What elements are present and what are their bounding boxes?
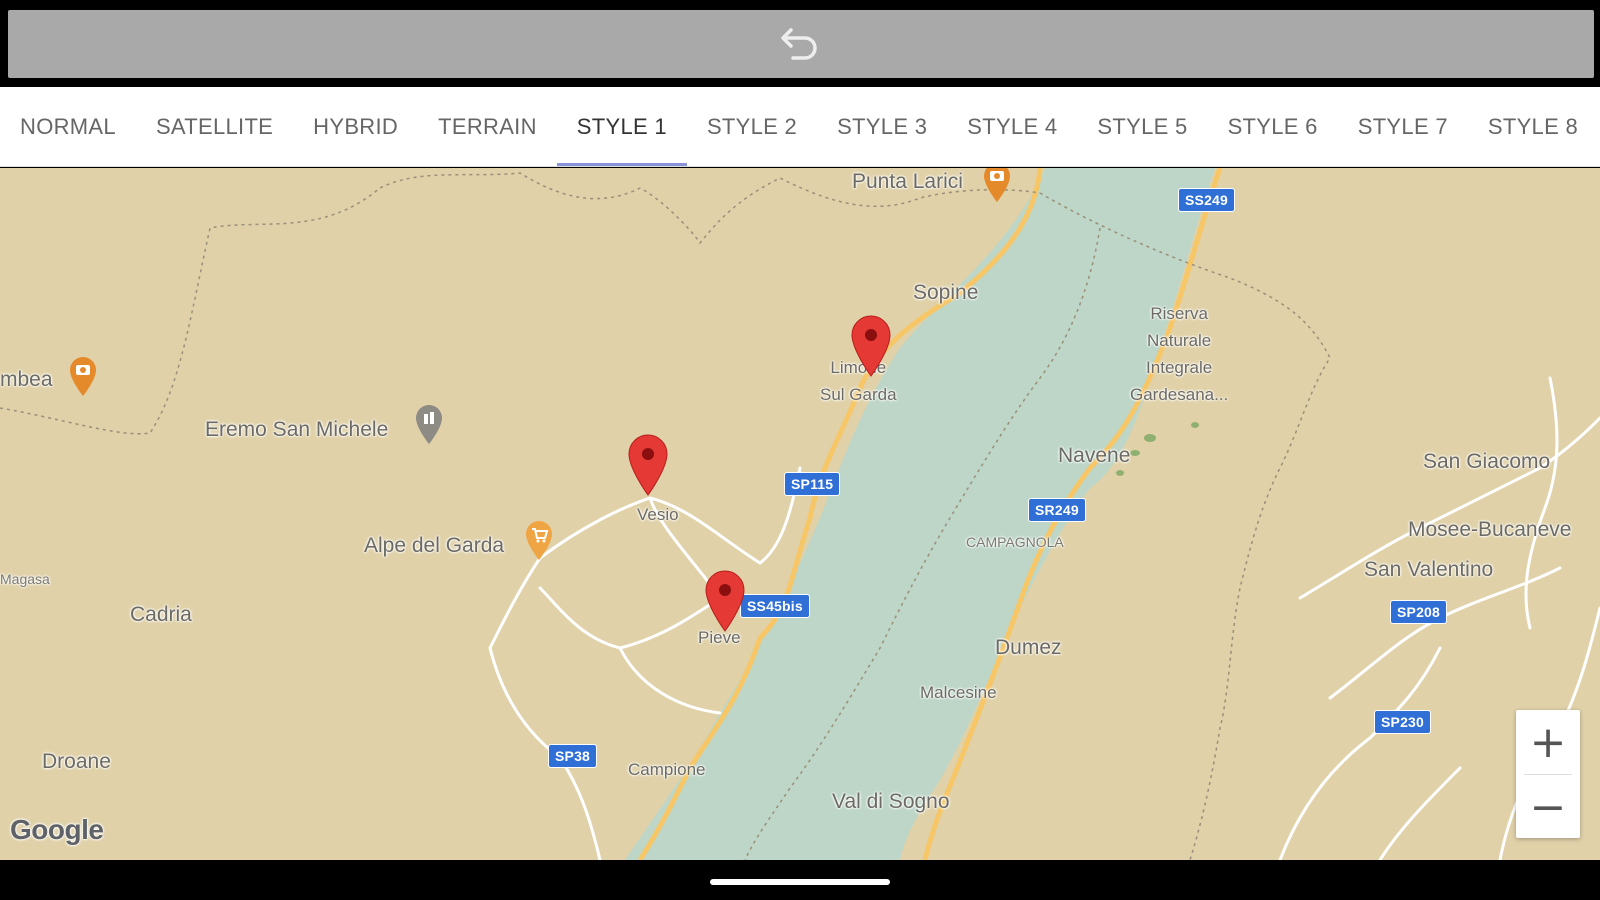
google-logo: Google (10, 814, 104, 845)
lake-water (625, 168, 1215, 860)
place-label-sopine: Sopine (913, 281, 979, 304)
zoom-in-button[interactable]: + (1516, 710, 1580, 774)
place-label-val-di-sogno: Val di Sogno (832, 790, 950, 813)
place-label-cadria: Cadria (130, 603, 192, 626)
tab-style-3[interactable]: STYLE 3 (817, 87, 947, 166)
map-base-layer (0, 168, 1600, 860)
tab-hybrid[interactable]: HYBRID (293, 87, 418, 166)
map-type-tabs: NORMAL SATELLITE HYBRID TERRAIN STYLE 1 STYLE… (0, 87, 1600, 167)
road-shield-sp115: SP115 (784, 472, 841, 496)
place-label-alpe-del-garda: Alpe del Garda (364, 534, 505, 557)
road-shield-ss45bis: SS45bis (740, 594, 810, 618)
map-view[interactable]: Punta Larici Sopine Limone Sul Garda Ris… (0, 168, 1600, 860)
map-marker-limone[interactable] (849, 314, 893, 378)
place-label-droane: Droane (42, 750, 111, 773)
place-label-campione: Campione (628, 760, 706, 779)
tab-style-4[interactable]: STYLE 4 (947, 87, 1077, 166)
place-label-san-valentino: San Valentino (1364, 558, 1494, 581)
place-label-eremo-san-michele: Eremo San Michele (205, 418, 389, 441)
map-marker-vesio[interactable] (626, 433, 670, 497)
place-label-ambea: mbea (0, 368, 53, 391)
tab-style-5[interactable]: STYLE 5 (1077, 87, 1207, 166)
place-label-magasa: Magasa (0, 571, 50, 587)
top-app-bar (8, 10, 1594, 78)
tab-style-2[interactable]: STYLE 2 (687, 87, 817, 166)
tab-style-6[interactable]: STYLE 6 (1208, 87, 1338, 166)
camera-poi-icon[interactable] (66, 354, 100, 398)
road-shield-sp38: SP38 (548, 744, 598, 768)
undo-icon (781, 28, 817, 60)
place-label-campagnola: CAMPAGNOLA (966, 534, 1064, 550)
zoom-out-button[interactable]: − (1516, 775, 1580, 839)
place-label-mosee-bucaneve: Mosee-Bucaneve (1408, 518, 1572, 541)
place-label-navene: Navene (1058, 444, 1131, 467)
road-shield-sp208: SP208 (1390, 600, 1448, 624)
tab-style-7[interactable]: STYLE 7 (1338, 87, 1468, 166)
camera-poi-icon[interactable] (980, 168, 1014, 204)
back-button[interactable] (773, 16, 829, 72)
place-label-dumez: Dumez (995, 636, 1062, 659)
system-nav-bar (0, 860, 1600, 900)
tab-terrain[interactable]: TERRAIN (418, 87, 557, 166)
zoom-control: + − (1516, 710, 1580, 838)
place-label-punta-larici: Punta Larici (852, 170, 963, 193)
tab-normal[interactable]: NORMAL (0, 87, 136, 166)
shopping-cart-poi-icon[interactable] (522, 518, 556, 562)
place-label-riserva: Riserva Naturale Integrale Gardesana... (1130, 304, 1229, 404)
tab-style-1[interactable]: STYLE 1 (556, 87, 688, 166)
road-shield-ss249: SS249 (1178, 188, 1236, 212)
place-label-malcesine: Malcesine (920, 683, 997, 702)
place-label-san-giacomo: San Giacomo (1423, 450, 1551, 473)
home-gesture-handle[interactable] (710, 879, 890, 885)
map-marker-pieve[interactable] (703, 569, 747, 633)
tab-satellite[interactable]: SATELLITE (136, 87, 293, 166)
tab-style-8[interactable]: STYLE 8 (1468, 87, 1598, 166)
road-shield-sp230: SP230 (1374, 710, 1432, 734)
road-shield-sr249: SR249 (1028, 498, 1086, 522)
status-bar (0, 0, 1600, 8)
place-label-vesio: Vesio (637, 505, 679, 524)
church-poi-icon[interactable] (412, 402, 446, 446)
